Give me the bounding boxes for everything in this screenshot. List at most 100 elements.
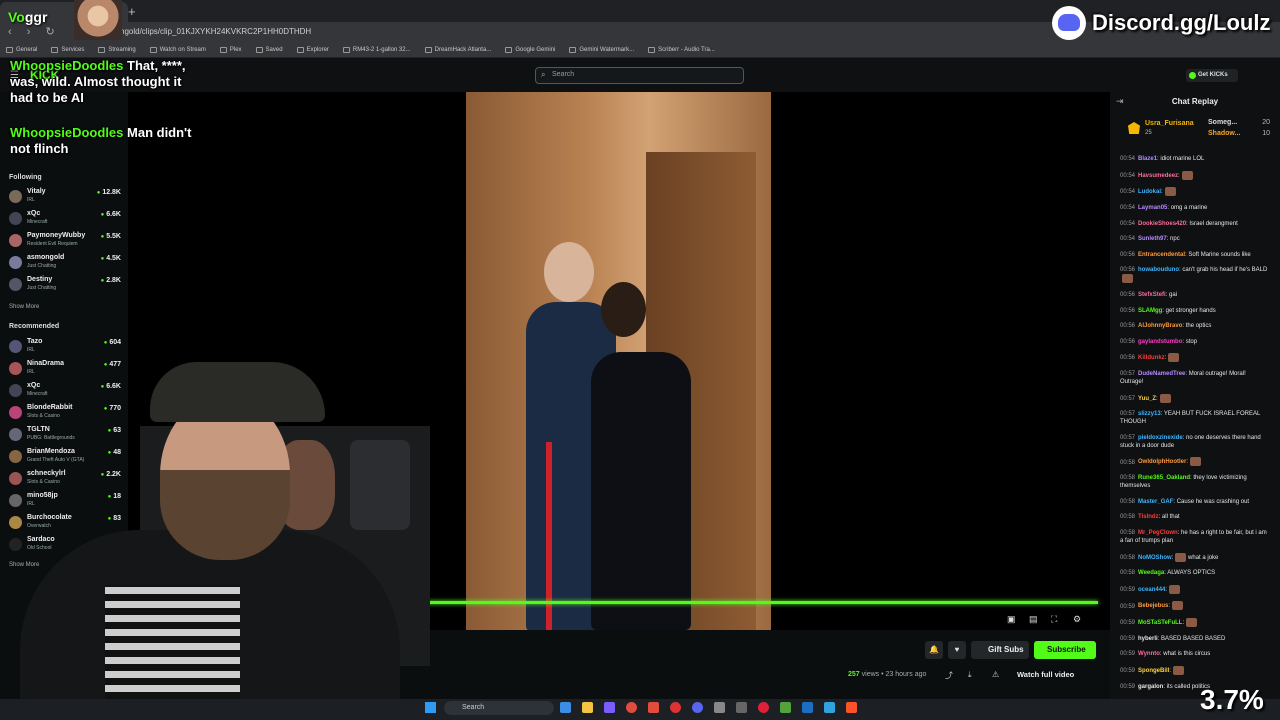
file-explorer-icon[interactable]	[582, 702, 593, 713]
chat-username[interactable]: Yuu_Z	[1138, 396, 1156, 402]
bookmark-item[interactable]: Plex	[219, 46, 242, 53]
sidebar-channel[interactable]: Destiny Just Chatting 2.8K	[9, 275, 121, 295]
emote-icon	[1181, 170, 1193, 180]
sidebar-channel[interactable]: asmongold Just Chatting 4.5K	[9, 253, 121, 273]
share-icon[interactable]: ⤴	[945, 670, 953, 681]
app-icon[interactable]	[648, 702, 659, 713]
app-icon[interactable]	[714, 702, 725, 713]
chat-timestamp: 00:56	[1120, 307, 1136, 314]
bookmark-item[interactable]: General	[6, 46, 37, 53]
chat-username[interactable]: Tislndz	[1138, 514, 1159, 520]
chat-username[interactable]: DudeNamedTree	[1138, 371, 1185, 377]
leader-name[interactable]: Someg...	[1208, 119, 1237, 126]
gift-subs-button[interactable]: Gift Subs	[971, 641, 1029, 659]
overlay-chat-user: WhoopsieDoodles	[10, 58, 124, 73]
chat-username[interactable]: Blaze1	[1138, 156, 1157, 162]
sidebar-channel[interactable]: PaymoneyWubby Resident Evil Requiem 5.5K	[9, 231, 121, 251]
chat-username[interactable]: Ludokai	[1138, 189, 1161, 195]
chat-username[interactable]: SLAMgg	[1138, 308, 1162, 314]
new-tab-icon[interactable]: +	[128, 4, 136, 19]
chat-username[interactable]: Entrancendental	[1138, 252, 1185, 258]
sidebar-channel[interactable]: Vitaly IRL 12.8K	[9, 187, 121, 207]
chat-username[interactable]: gaylandstumbo	[1138, 339, 1182, 345]
sidebar-channel[interactable]: xQc Minecraft 6.6K	[9, 381, 121, 401]
chat-username[interactable]: Sunleth97	[1138, 236, 1167, 242]
steam-icon[interactable]	[802, 702, 813, 713]
bookmark-item[interactable]: RM43-2 1-gallon 32...	[342, 46, 411, 53]
sidebar-channel[interactable]: schneckylrl Slots & Casino 2.2K	[9, 469, 121, 489]
chat-username[interactable]: slizzy13	[1138, 411, 1161, 417]
video-progress-bar[interactable]	[340, 601, 1098, 604]
chrome-icon[interactable]	[626, 702, 637, 713]
sidebar-channel[interactable]: Burchocolate Overwatch 83	[9, 513, 121, 533]
app-icon[interactable]	[670, 702, 681, 713]
chat-username[interactable]: Rune365_Oakland	[1138, 475, 1190, 481]
chat-username[interactable]: MoSTaSTeFuLL	[1138, 620, 1182, 626]
sidebar-channel[interactable]: TGLTN PUBG: Battlegrounds 63	[9, 425, 121, 445]
chat-username[interactable]: Mr_PegClown	[1138, 530, 1178, 536]
leader-name[interactable]: Shadow...	[1208, 130, 1240, 137]
bookmark-item[interactable]: Streaming	[98, 46, 136, 53]
theater-mode-icon[interactable]: ▣	[1007, 614, 1016, 625]
sidebar-channel[interactable]: BlondeRabbit Slots & Casino 770	[9, 403, 121, 423]
follow-heart-icon[interactable]: ♥	[948, 641, 966, 659]
fullscreen-icon[interactable]: ⛶	[1051, 614, 1057, 625]
chat-username[interactable]: Weedaga	[1138, 570, 1164, 576]
chat-username[interactable]: StefxStefi	[1138, 292, 1166, 298]
show-more-following[interactable]: Show More	[9, 304, 39, 310]
url-field[interactable]: ngold/clips/clip_01KJXYKH24KVKRC2P1HH0DT…	[120, 27, 311, 36]
sidebar-channel[interactable]: BrianMendoza Grand Theft Auto V (GTA) 48	[9, 447, 121, 467]
chat-username[interactable]: Bebejebus	[1138, 604, 1168, 610]
app-icon[interactable]	[758, 702, 769, 713]
bookmark-item[interactable]: Gemini Watermark...	[569, 46, 634, 53]
chat-username[interactable]: gargalon	[1138, 684, 1163, 690]
chat-username[interactable]: Havsumedeez	[1138, 173, 1178, 179]
sidebar-channel[interactable]: NinaDrama IRL 477	[9, 359, 121, 379]
chat-username[interactable]: pieldoxzinexide	[1138, 435, 1183, 441]
report-icon[interactable]: ⚠	[992, 670, 999, 679]
download-icon[interactable]: ⤓	[968, 670, 972, 680]
search-input[interactable]: ⌕ Search	[535, 67, 744, 84]
notification-bell-icon[interactable]: 🔔	[925, 641, 943, 659]
bookmark-item[interactable]: Watch on Stream	[149, 46, 206, 53]
brave-icon[interactable]	[846, 702, 857, 713]
chat-username[interactable]: howabouduno	[1138, 267, 1179, 273]
bookmark-item[interactable]: DreamHack Atlanta...	[424, 46, 491, 53]
chat-username[interactable]: NoMOShow	[1138, 555, 1172, 561]
xbox-icon[interactable]	[780, 702, 791, 713]
bookmark-item[interactable]: Saved	[255, 46, 283, 53]
app-icon[interactable]	[824, 702, 835, 713]
bookmark-item[interactable]: Explorer	[296, 46, 329, 53]
task-view-icon[interactable]	[560, 702, 571, 713]
chat-username[interactable]: Killdunkz	[1138, 355, 1165, 361]
sidebar-channel[interactable]: xQc Minecraft 6.6K	[9, 209, 121, 229]
get-kicks-button[interactable]: Get KICKs	[1186, 69, 1238, 82]
subscribe-button[interactable]: Subscribe	[1034, 641, 1096, 659]
discord-taskbar-icon[interactable]	[692, 702, 703, 713]
settings-gear-icon[interactable]: ⚙	[1073, 614, 1081, 625]
chat-username[interactable]: Wynnto	[1138, 651, 1160, 657]
bookmark-item[interactable]: Scriberr - Audio Tra...	[648, 46, 715, 53]
sidebar-channel[interactable]: Tazo IRL 604	[9, 337, 121, 357]
chat-username[interactable]: DookieShoes420	[1138, 221, 1186, 227]
show-more-recommended[interactable]: Show More	[9, 562, 39, 568]
chat-username[interactable]: SpongeBill	[1138, 668, 1169, 674]
bookmark-item[interactable]: Google Gemini	[505, 46, 555, 53]
chat-username[interactable]: ocean444	[1138, 587, 1165, 593]
chat-username[interactable]: Layman05	[1138, 205, 1167, 211]
watch-full-video-link[interactable]: Watch full video	[1017, 670, 1074, 679]
chat-username[interactable]: OwldolphHootler	[1138, 460, 1186, 466]
pip-icon[interactable]: ▤	[1029, 614, 1038, 625]
sidebar-channel[interactable]: mino58jp IRL 18	[9, 491, 121, 511]
chat-username[interactable]: hyberli	[1138, 636, 1158, 642]
chat-username[interactable]: AlJohnnyBravo	[1138, 323, 1182, 329]
app-icon[interactable]	[736, 702, 747, 713]
bookmark-item[interactable]: Services	[51, 46, 84, 53]
windows-start-icon[interactable]	[425, 702, 436, 713]
viewer-count: 2.2K	[101, 471, 121, 478]
chat-username[interactable]: Master_GAF	[1138, 499, 1173, 505]
leader-name[interactable]: Usra_Furisana	[1145, 120, 1194, 127]
app-icon[interactable]	[604, 702, 615, 713]
taskbar-search[interactable]: Search	[444, 701, 554, 715]
nav-buttons-icon[interactable]: ‹ › ↻	[8, 25, 61, 38]
